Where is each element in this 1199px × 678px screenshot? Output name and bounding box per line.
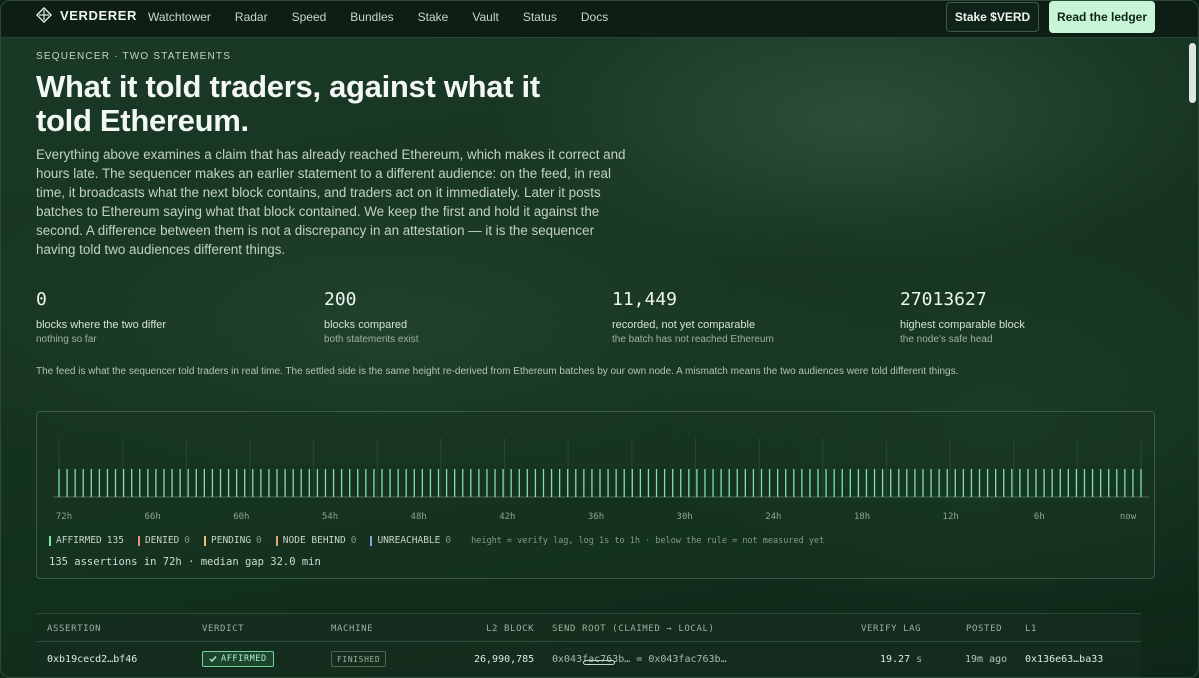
stat-highest-block: 27013627 highest comparable block the no… — [900, 289, 1180, 345]
timeline-tick-label: 66h — [145, 512, 161, 522]
brand[interactable]: VERDERER — [36, 7, 137, 23]
legend-swatch — [137, 535, 140, 546]
intro-paragraph: Everything above examines a claim that h… — [36, 147, 626, 257]
stat-value: 11,449 — [612, 289, 678, 310]
legend-affirmed[interactable]: AFFIRMED 135 — [49, 535, 124, 546]
col-l1[interactable]: L1 — [1025, 624, 1037, 634]
legend-count: 0 — [445, 535, 452, 546]
read-ledger-button[interactable]: Read the ledger — [1049, 1, 1155, 33]
timeline-tick-label: 18h — [854, 512, 870, 522]
l2-block: 26,990,785 — [474, 654, 535, 665]
brand-name: VERDERER — [60, 7, 138, 23]
nav-link-stake[interactable]: Stake — [418, 10, 449, 24]
nav-link-speed[interactable]: Speed — [292, 10, 327, 24]
legend-count: 0 — [184, 535, 190, 546]
feed-explainer: The feed is what the sequencer told trad… — [36, 366, 959, 377]
stat-blocks-compared: 200 blocks compared both statements exis… — [324, 289, 604, 345]
timeline-tick-label: 24h — [765, 512, 781, 522]
legend-node-behind[interactable]: NODE BEHIND 0 — [275, 535, 357, 546]
stat-blocks-differ: 0 blocks where the two differ nothing so… — [36, 289, 316, 345]
legend-count: 135 — [106, 535, 124, 546]
assertion-hash[interactable]: 0xb19cecd2…bf46 — [47, 654, 137, 665]
stat-sublabel: nothing so far — [36, 334, 97, 345]
l1-tx-hash[interactable]: 0x136e63…ba33 — [1025, 654, 1103, 665]
timeline-tick-label: 30h — [677, 512, 693, 522]
assertion-timeline-panel: 72h 66h 60h 54h 48h 42h 36h 30h 24h 18h 12h 6h now A… — [36, 411, 1155, 579]
top-nav: VERDERER Watchtower Radar Speed Bundles … — [0, 0, 1199, 38]
timeline-tick-label: 36h — [588, 512, 604, 522]
stat-label: recorded, not yet comparable — [612, 319, 756, 331]
verify-lag-value: 19.27 — [880, 654, 911, 665]
timeline-summary: 135 assertions in 72h · median gap 32.0 … — [49, 556, 321, 568]
legend-label: DENIED — [144, 535, 180, 546]
legend-swatch — [370, 535, 373, 546]
stat-not-comparable: 11,449 recorded, not yet comparable the … — [612, 289, 892, 345]
nav-link-status[interactable]: Status — [523, 10, 557, 24]
send-root: 0x043fac763b… = 0x043fac763b… — [552, 654, 727, 665]
col-assertion[interactable]: ASSERTION — [47, 624, 101, 634]
legend-label: NODE BEHIND — [282, 535, 346, 546]
legend-count: 0 — [256, 535, 262, 546]
nav-link-bundles[interactable]: Bundles — [350, 10, 393, 24]
legend-pending[interactable]: PENDING 0 — [204, 535, 262, 546]
verdict-badge: AFFIRMED — [202, 651, 274, 667]
check-icon — [209, 656, 217, 663]
legend-label: UNREACHABLE — [377, 535, 441, 546]
stake-button[interactable]: Stake $VERD — [946, 2, 1039, 32]
timeline-tick-label: 54h — [322, 512, 338, 522]
page-scrollbar[interactable] — [1189, 43, 1196, 103]
nav-link-watchtower[interactable]: Watchtower — [148, 10, 211, 24]
timeline-tick-label: 12h — [943, 512, 959, 522]
legend-swatch — [204, 535, 206, 546]
timeline-tick-label: now — [1120, 512, 1137, 522]
legend-denied[interactable]: DENIED 0 — [137, 535, 190, 546]
assertions-table: ASSERTION VERDICT MACHINE L2 BLOCK SEND … — [36, 613, 1141, 678]
brand-logo-icon — [36, 7, 52, 23]
stat-label: highest comparable block — [900, 319, 1025, 331]
legend-label: PENDING — [211, 535, 252, 546]
table-scroll-thumb[interactable] — [583, 660, 615, 665]
table-header: ASSERTION VERDICT MACHINE L2 BLOCK SEND … — [36, 614, 1141, 642]
stat-value: 200 — [324, 289, 357, 310]
posted-time: 19m ago — [965, 654, 1008, 665]
legend-hint: height = verify lag, log 1s to 1h · belo… — [471, 535, 825, 546]
stat-label: blocks where the two differ — [36, 319, 167, 331]
assertion-timeline-chart[interactable]: 72h 66h 60h 54h 48h 42h 36h 30h 24h 18h 12h 6h now — [37, 412, 1156, 532]
timeline-tick-label: 6h — [1034, 512, 1045, 522]
col-posted[interactable]: POSTED — [966, 624, 1002, 634]
nav-links: Watchtower Radar Speed Bundles Stake Vau… — [148, 10, 632, 24]
legend-unreachable[interactable]: UNREACHABLE 0 — [370, 535, 451, 546]
col-send-root[interactable]: SEND ROOT (CLAIMED → LOCAL) — [552, 624, 715, 634]
machine-status-badge: FINISHED — [331, 651, 387, 667]
section-eyebrow: SEQUENCER · TWO STATEMENTS — [36, 51, 232, 62]
nav-link-radar[interactable]: Radar — [235, 10, 268, 24]
timeline-tick-label: 72h — [56, 512, 72, 522]
page-title: What it told traders, against what it to… — [36, 69, 540, 138]
legend-count: 0 — [350, 535, 357, 546]
verify-lag: 19.27 s — [880, 654, 922, 665]
stat-sublabel: both statements exist — [324, 334, 419, 345]
nav-link-docs[interactable]: Docs — [581, 10, 608, 24]
timeline-tick-label: 60h — [233, 512, 249, 522]
stat-label: blocks compared — [324, 319, 408, 331]
stat-value: 27013627 — [900, 289, 987, 310]
timeline-tick-label: 48h — [411, 512, 427, 522]
stat-sublabel: the node's safe head — [900, 334, 993, 345]
stat-sublabel: the batch has not reached Ethereum — [612, 334, 774, 345]
col-machine[interactable]: MACHINE — [331, 624, 373, 634]
nav-link-vault[interactable]: Vault — [472, 10, 498, 24]
verdict-label: AFFIRMED — [221, 654, 267, 664]
legend-label: AFFIRMED — [56, 535, 102, 546]
verify-lag-unit: s — [916, 654, 923, 665]
timeline-legend: AFFIRMED 135 DENIED 0 PENDING 0 NODE BEH… — [49, 535, 824, 546]
col-l2-block[interactable]: L2 BLOCK — [486, 624, 534, 634]
timeline-tick-label: 42h — [499, 512, 515, 522]
stat-value: 0 — [36, 289, 47, 310]
legend-swatch — [275, 535, 278, 546]
legend-swatch — [49, 535, 51, 546]
col-verify-lag[interactable]: VERIFY LAG — [861, 624, 921, 634]
col-verdict[interactable]: VERDICT — [202, 624, 244, 634]
